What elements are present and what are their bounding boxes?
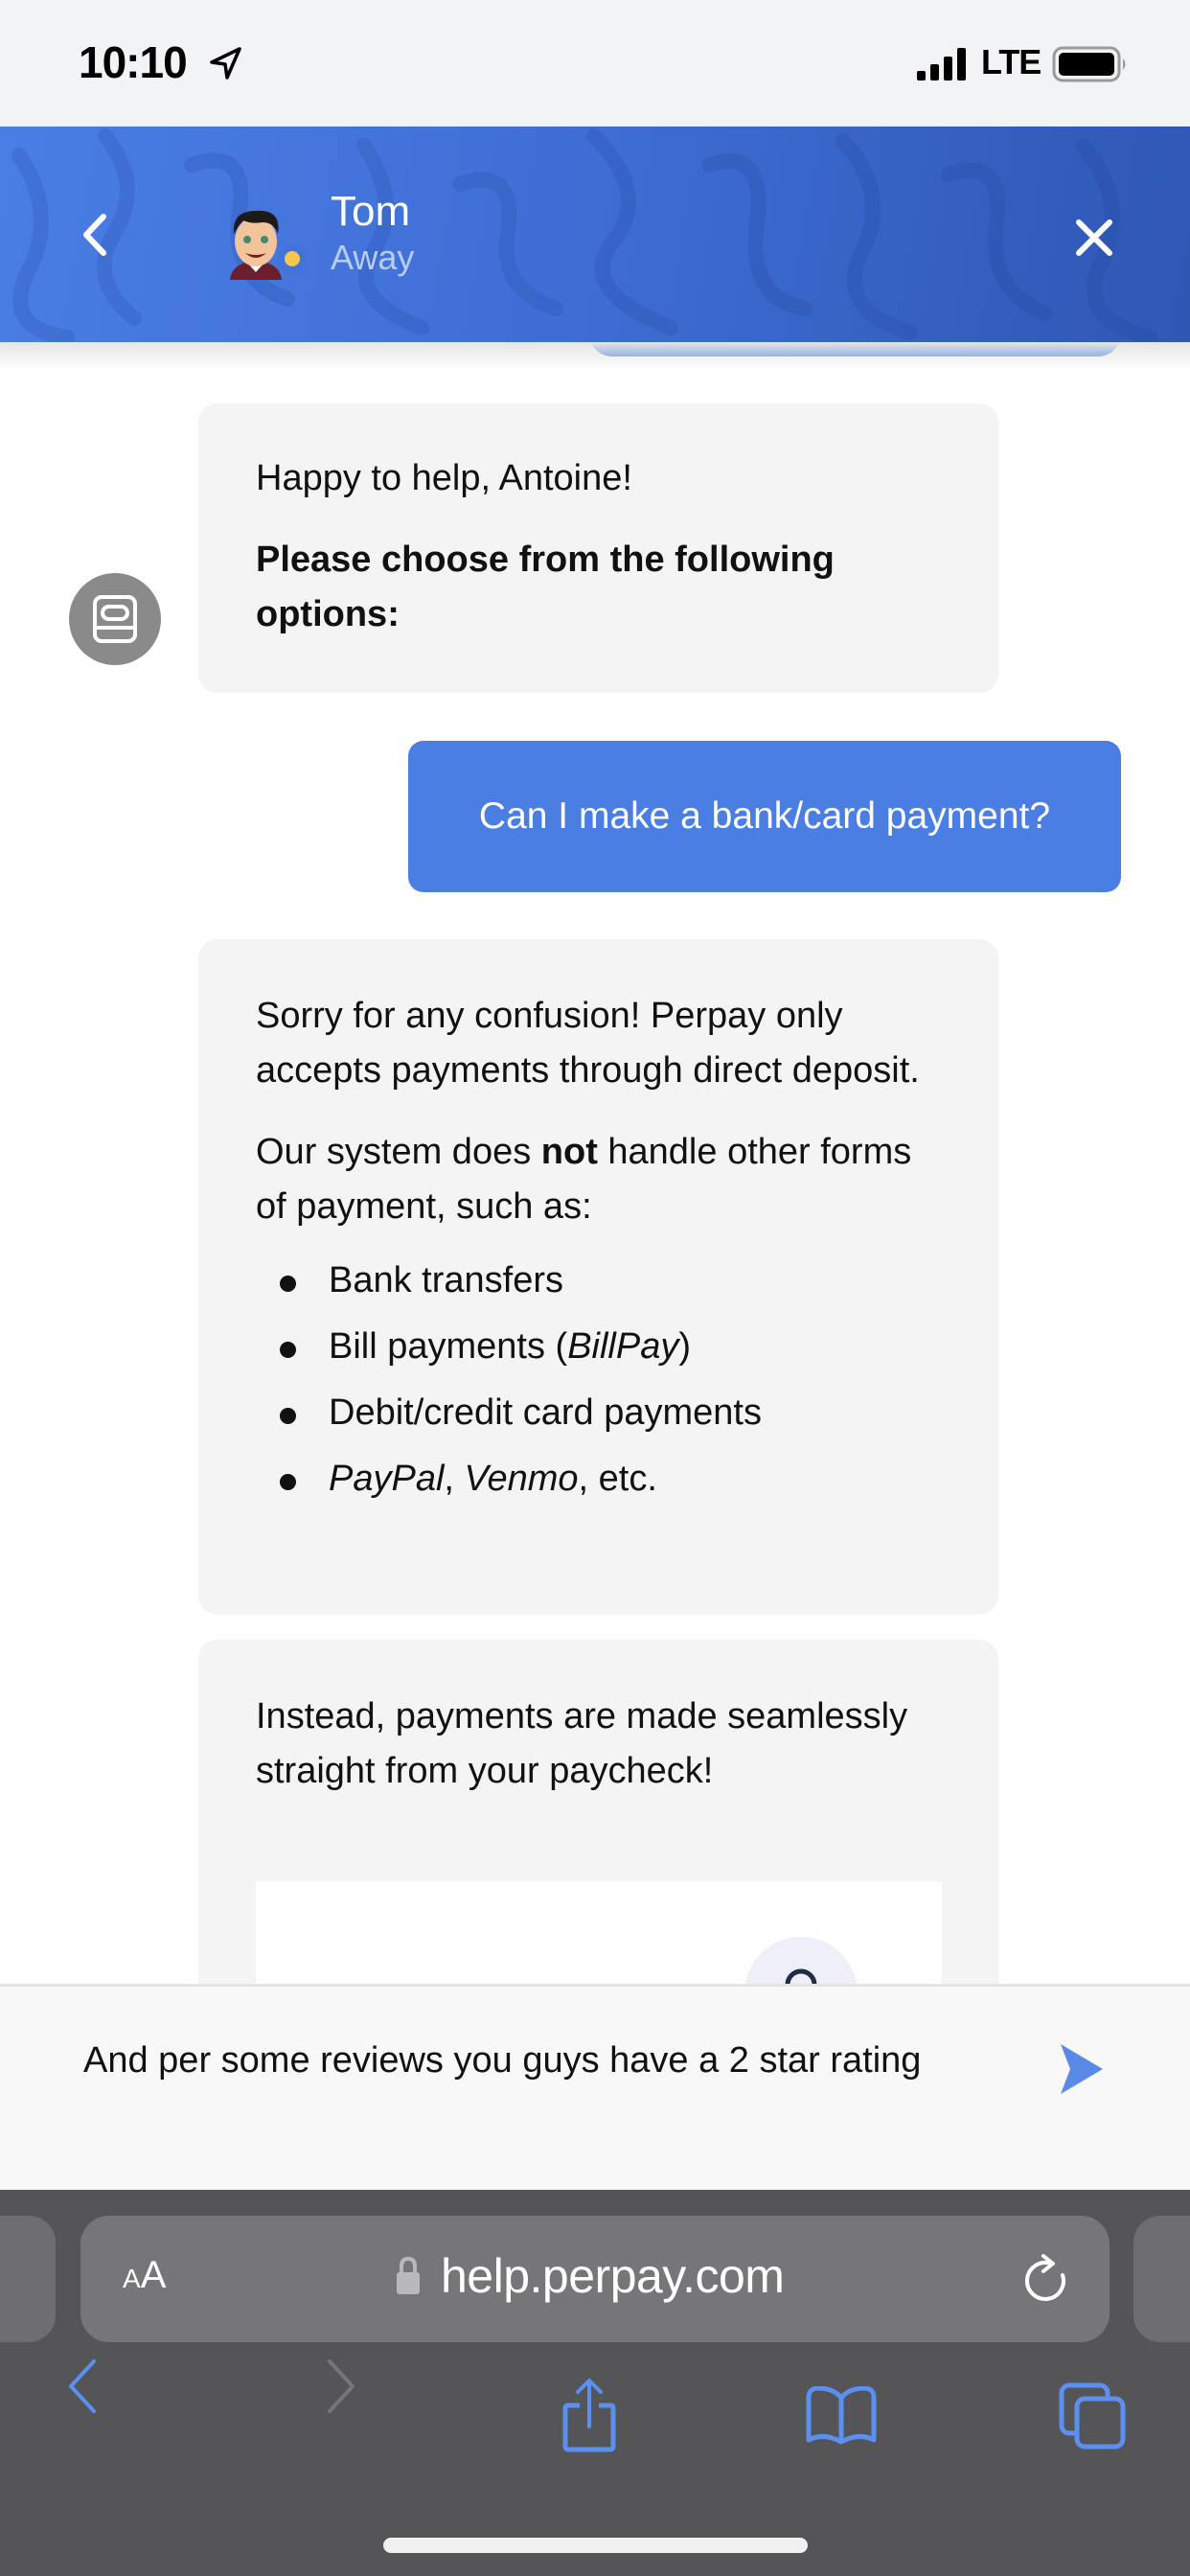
text-segment: Bill payments ( (329, 1326, 568, 1367)
message-list[interactable]: Happy to help, Antoine! Please choose fr… (0, 342, 1190, 1984)
reload-icon[interactable] (1022, 2252, 1072, 2306)
share-icon[interactable] (561, 2377, 618, 2453)
status-bar: 10:10 LTE (0, 0, 1190, 126)
embedded-card-icon (744, 1937, 858, 1984)
presence-indicator (279, 245, 306, 272)
bot-message-bubble: Sorry for any confusion! Perpay only acc… (198, 939, 998, 1615)
reader-settings-button[interactable]: AA (123, 2254, 166, 2297)
bot-message-text: Instead, payments are made seamlessly st… (256, 1696, 908, 1791)
agent-status: Away (331, 238, 415, 277)
message-input[interactable]: And per some reviews you guys have a 2 s… (83, 2035, 927, 2086)
text-segment: Our system does (256, 1132, 541, 1172)
battery-icon (1052, 46, 1126, 82)
list-item: PayPal, Venmo, etc. (256, 1454, 941, 1504)
text-segment: Venmo (464, 1459, 579, 1499)
send-icon[interactable] (1059, 2042, 1105, 2096)
bookmarks-icon[interactable] (805, 2386, 878, 2446)
bot-message-bubble: Happy to help, Antoine! Please choose fr… (198, 403, 998, 693)
signal-bars-icon (917, 48, 966, 80)
person-icon (785, 1968, 817, 1984)
list-item-text: Bank transfers (329, 1260, 563, 1300)
lock-icon (397, 2256, 420, 2294)
text-segment: BillPay (567, 1326, 679, 1367)
list-item-text: Debit/credit card payments (329, 1392, 762, 1433)
payment-methods-list: Bank transfers Bill payments (BillPay) D… (256, 1255, 941, 1504)
emphasis-not: not (540, 1132, 598, 1172)
user-message-bubble: Can I make a bank/card payment? (408, 741, 1121, 892)
location-arrow-icon (210, 47, 241, 80)
bot-message-text: Our system does not handle other forms o… (256, 1125, 941, 1234)
user-message-text: Can I make a bank/card payment? (478, 795, 1051, 837)
bot-icon (93, 595, 137, 643)
close-icon[interactable] (1073, 217, 1115, 259)
agent-avatar (230, 210, 282, 280)
list-item: Bank transfers (256, 1255, 941, 1305)
user-message-bubble-clipped (589, 342, 1121, 356)
address-bar[interactable]: AA help.perpay.com (80, 2216, 1110, 2342)
agent-name: Tom (331, 188, 411, 235)
aa-small: A (123, 2264, 141, 2293)
back-icon[interactable] (63, 2358, 102, 2415)
forward-icon[interactable] (322, 2358, 360, 2415)
text-segment: ) (678, 1326, 692, 1367)
list-item: Bill payments (BillPay) (256, 1322, 941, 1371)
tabs-icon[interactable] (1059, 2382, 1126, 2450)
home-indicator[interactable] (383, 2538, 808, 2553)
header-pattern (11, 128, 1157, 342)
chevron-left-icon[interactable] (75, 211, 117, 259)
previous-tab-peek[interactable] (0, 2216, 56, 2342)
aa-large: A (140, 2254, 167, 2296)
bot-message-bubble: Instead, payments are made seamlessly st… (198, 1640, 998, 1984)
chat-header: Tom Away (0, 126, 1190, 342)
status-time: 10:10 (79, 37, 188, 87)
text-segment: PayPal (329, 1459, 445, 1499)
text-segment: , etc. (578, 1459, 657, 1499)
bot-message-text: Happy to help, Antoine! (256, 458, 632, 498)
list-item: Debit/credit card payments (256, 1388, 941, 1438)
network-type-label: LTE (981, 42, 1041, 81)
bot-avatar (69, 573, 161, 665)
embedded-card[interactable] (256, 1881, 942, 1984)
next-tab-peek[interactable] (1133, 2216, 1190, 2342)
bot-message-text: Sorry for any confusion! Perpay only acc… (256, 996, 920, 1091)
url-text[interactable]: help.perpay.com (441, 2248, 785, 2304)
message-composer: And per some reviews you guys have a 2 s… (0, 1984, 1190, 2190)
text-segment: , (444, 1459, 465, 1499)
bot-message-prompt: Please choose from the following options… (256, 540, 835, 634)
